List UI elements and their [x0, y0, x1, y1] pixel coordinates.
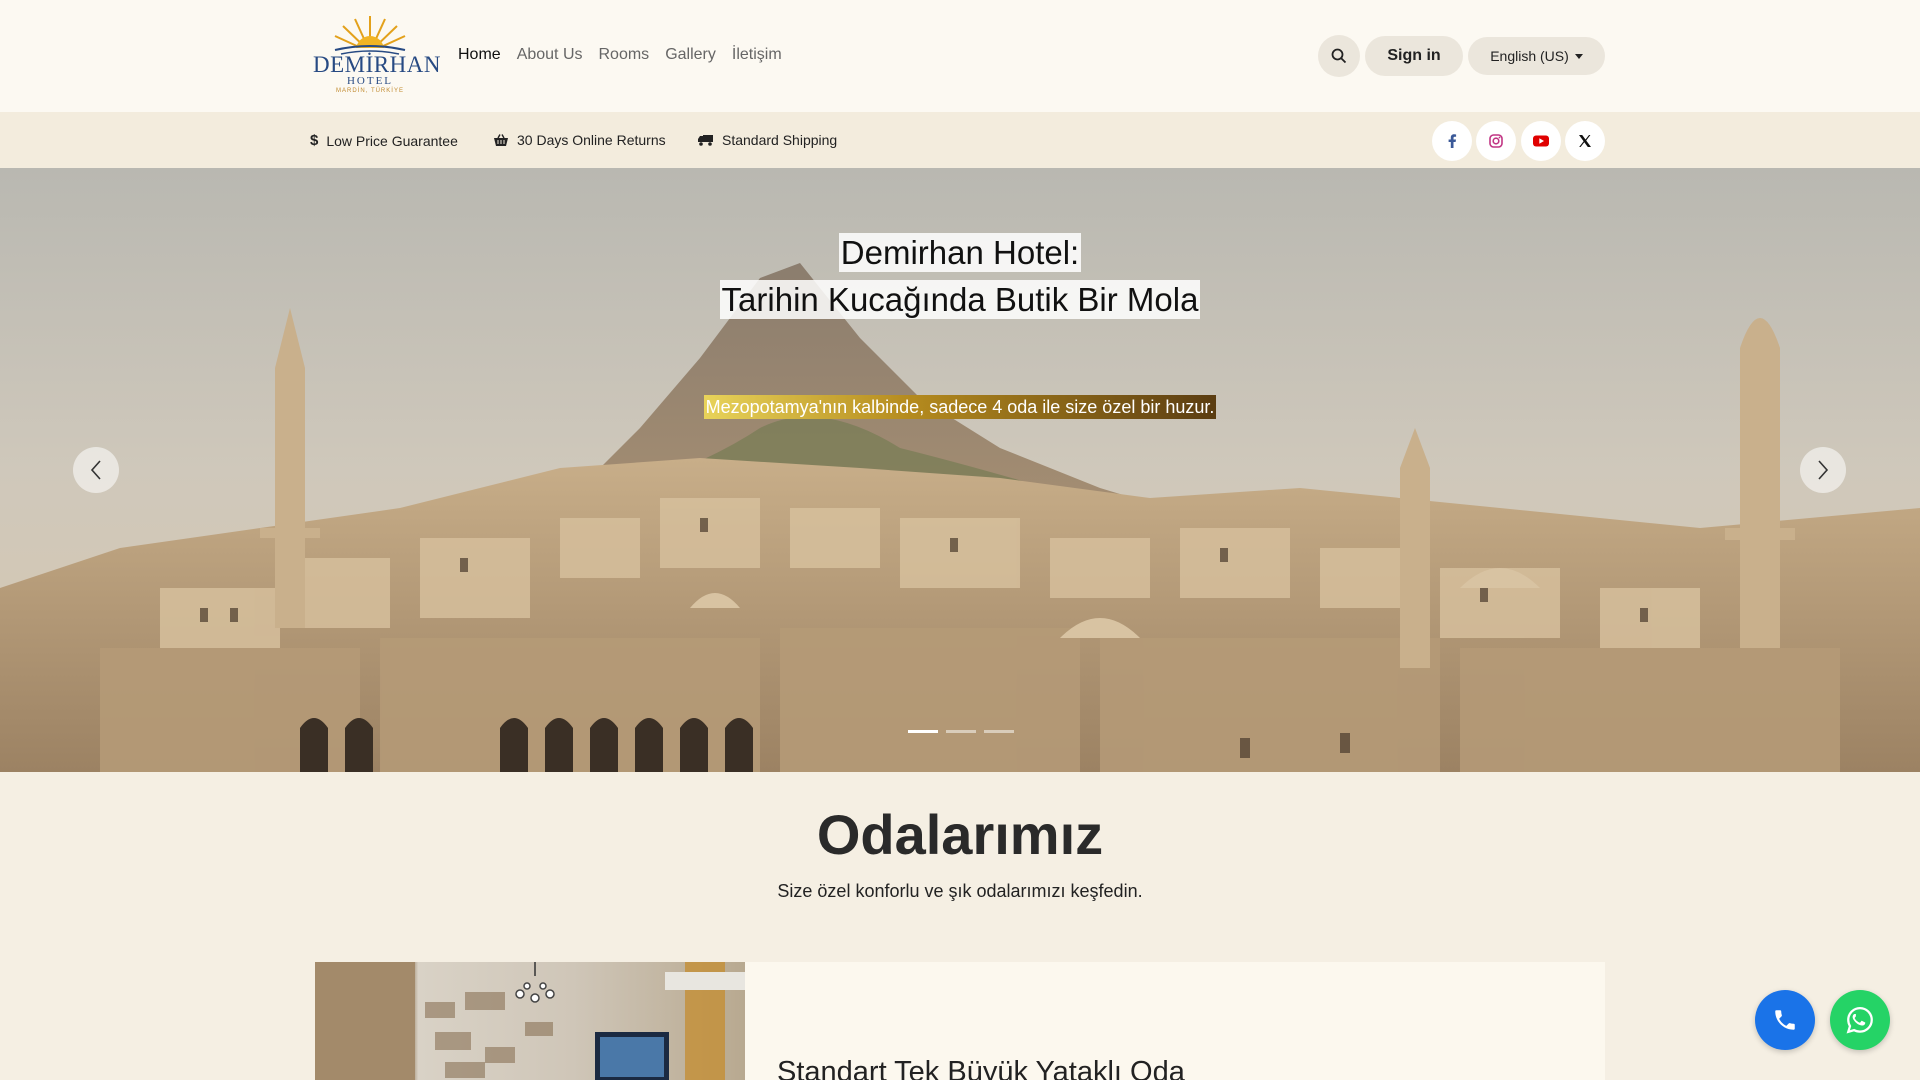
carousel-indicators — [908, 730, 1014, 733]
nav-home[interactable]: Home — [458, 46, 501, 64]
nav-contact[interactable]: İletişim — [732, 46, 782, 64]
carousel-indicator-1[interactable] — [908, 730, 938, 733]
hero-title-line-2: Tarihin Kucağında Butik Bir Mola — [0, 280, 1920, 319]
hero-subtitle: Mezopotamya'nın kalbinde, sadece 4 oda i… — [0, 395, 1920, 419]
sun-logo-icon — [313, 16, 427, 64]
chevron-left-icon — [90, 460, 101, 480]
logo-sub: HOTEL — [346, 75, 394, 87]
chevron-down-icon — [1574, 53, 1583, 59]
hero-carousel: Demirhan Hotel: Tarihin Kucağında Butik … — [0, 168, 1920, 772]
whatsapp-icon — [1846, 1006, 1873, 1034]
carousel-indicator-2[interactable] — [946, 730, 976, 733]
hero-title-line-2-text: Tarihin Kucağında Butik Bir Mola — [719, 280, 1201, 319]
x-icon — [1579, 135, 1591, 147]
youtube-link[interactable] — [1521, 121, 1561, 161]
room-title[interactable]: Standart Tek Büyük Yataklı Oda — [777, 1056, 1185, 1080]
info-bar: $ Low Price Guarantee 30 Days Online Ret… — [0, 112, 1920, 168]
phone-icon — [1775, 1010, 1795, 1030]
search-icon — [1331, 48, 1347, 64]
call-button[interactable] — [1755, 990, 1815, 1050]
logo-tagline: MARDİN, TÜRKİYE — [336, 88, 404, 94]
nav-rooms[interactable]: Rooms — [599, 46, 650, 64]
room-image — [315, 962, 745, 1080]
carousel-prev-button[interactable] — [73, 447, 119, 493]
room-photo — [315, 962, 745, 1080]
truck-icon — [698, 135, 713, 146]
dollar-icon: $ — [310, 132, 319, 149]
hero-subtitle-text: Mezopotamya'nın kalbinde, sadece 4 oda i… — [703, 395, 1217, 419]
basket-icon — [494, 133, 508, 146]
youtube-icon — [1533, 135, 1549, 147]
search-button[interactable] — [1318, 35, 1360, 77]
whatsapp-button[interactable] — [1830, 990, 1890, 1050]
carousel-indicator-3[interactable] — [984, 730, 1014, 733]
chevron-right-icon — [1818, 460, 1829, 480]
info-shipping: Standard Shipping — [698, 132, 837, 148]
facebook-link[interactable] — [1432, 121, 1472, 161]
hero-title-line-1-text: Demirhan Hotel: — [838, 233, 1082, 272]
language-label: English (US) — [1490, 48, 1569, 64]
rooms-section-subtitle: Size özel konforlu ve şık odalarımızı ke… — [777, 881, 1143, 901]
instagram-link[interactable] — [1476, 121, 1516, 161]
carousel-next-button[interactable] — [1800, 447, 1846, 493]
hotel-logo[interactable]: DEMİRHAN HOTEL MARDİN, TÜRKİYE — [313, 12, 440, 98]
site-header: DEMİRHAN HOTEL MARDİN, TÜRKİYE Home Abou… — [0, 0, 1920, 112]
info-low-price-label: Low Price Guarantee — [326, 132, 458, 149]
info-low-price: $ Low Price Guarantee — [310, 132, 458, 149]
instagram-icon — [1489, 134, 1503, 148]
sign-in-button[interactable]: Sign in — [1365, 36, 1463, 76]
info-returns: 30 Days Online Returns — [493, 132, 666, 148]
x-link[interactable] — [1565, 121, 1605, 161]
info-returns-label: 30 Days Online Returns — [517, 132, 666, 148]
rooms-section-title: Odalarımız — [816, 803, 1104, 866]
facebook-icon — [1448, 134, 1457, 148]
nav-about-us[interactable]: About Us — [517, 46, 583, 64]
info-shipping-label: Standard Shipping — [722, 132, 838, 148]
hero-title-line-1: Demirhan Hotel: — [0, 233, 1920, 272]
nav-gallery[interactable]: Gallery — [665, 46, 716, 64]
room-card[interactable]: Standart Tek Büyük Yataklı Oda — [315, 962, 1605, 1080]
main-nav: Home About Us Rooms Gallery İletişim — [458, 46, 798, 64]
language-selector[interactable]: English (US) — [1468, 37, 1605, 75]
